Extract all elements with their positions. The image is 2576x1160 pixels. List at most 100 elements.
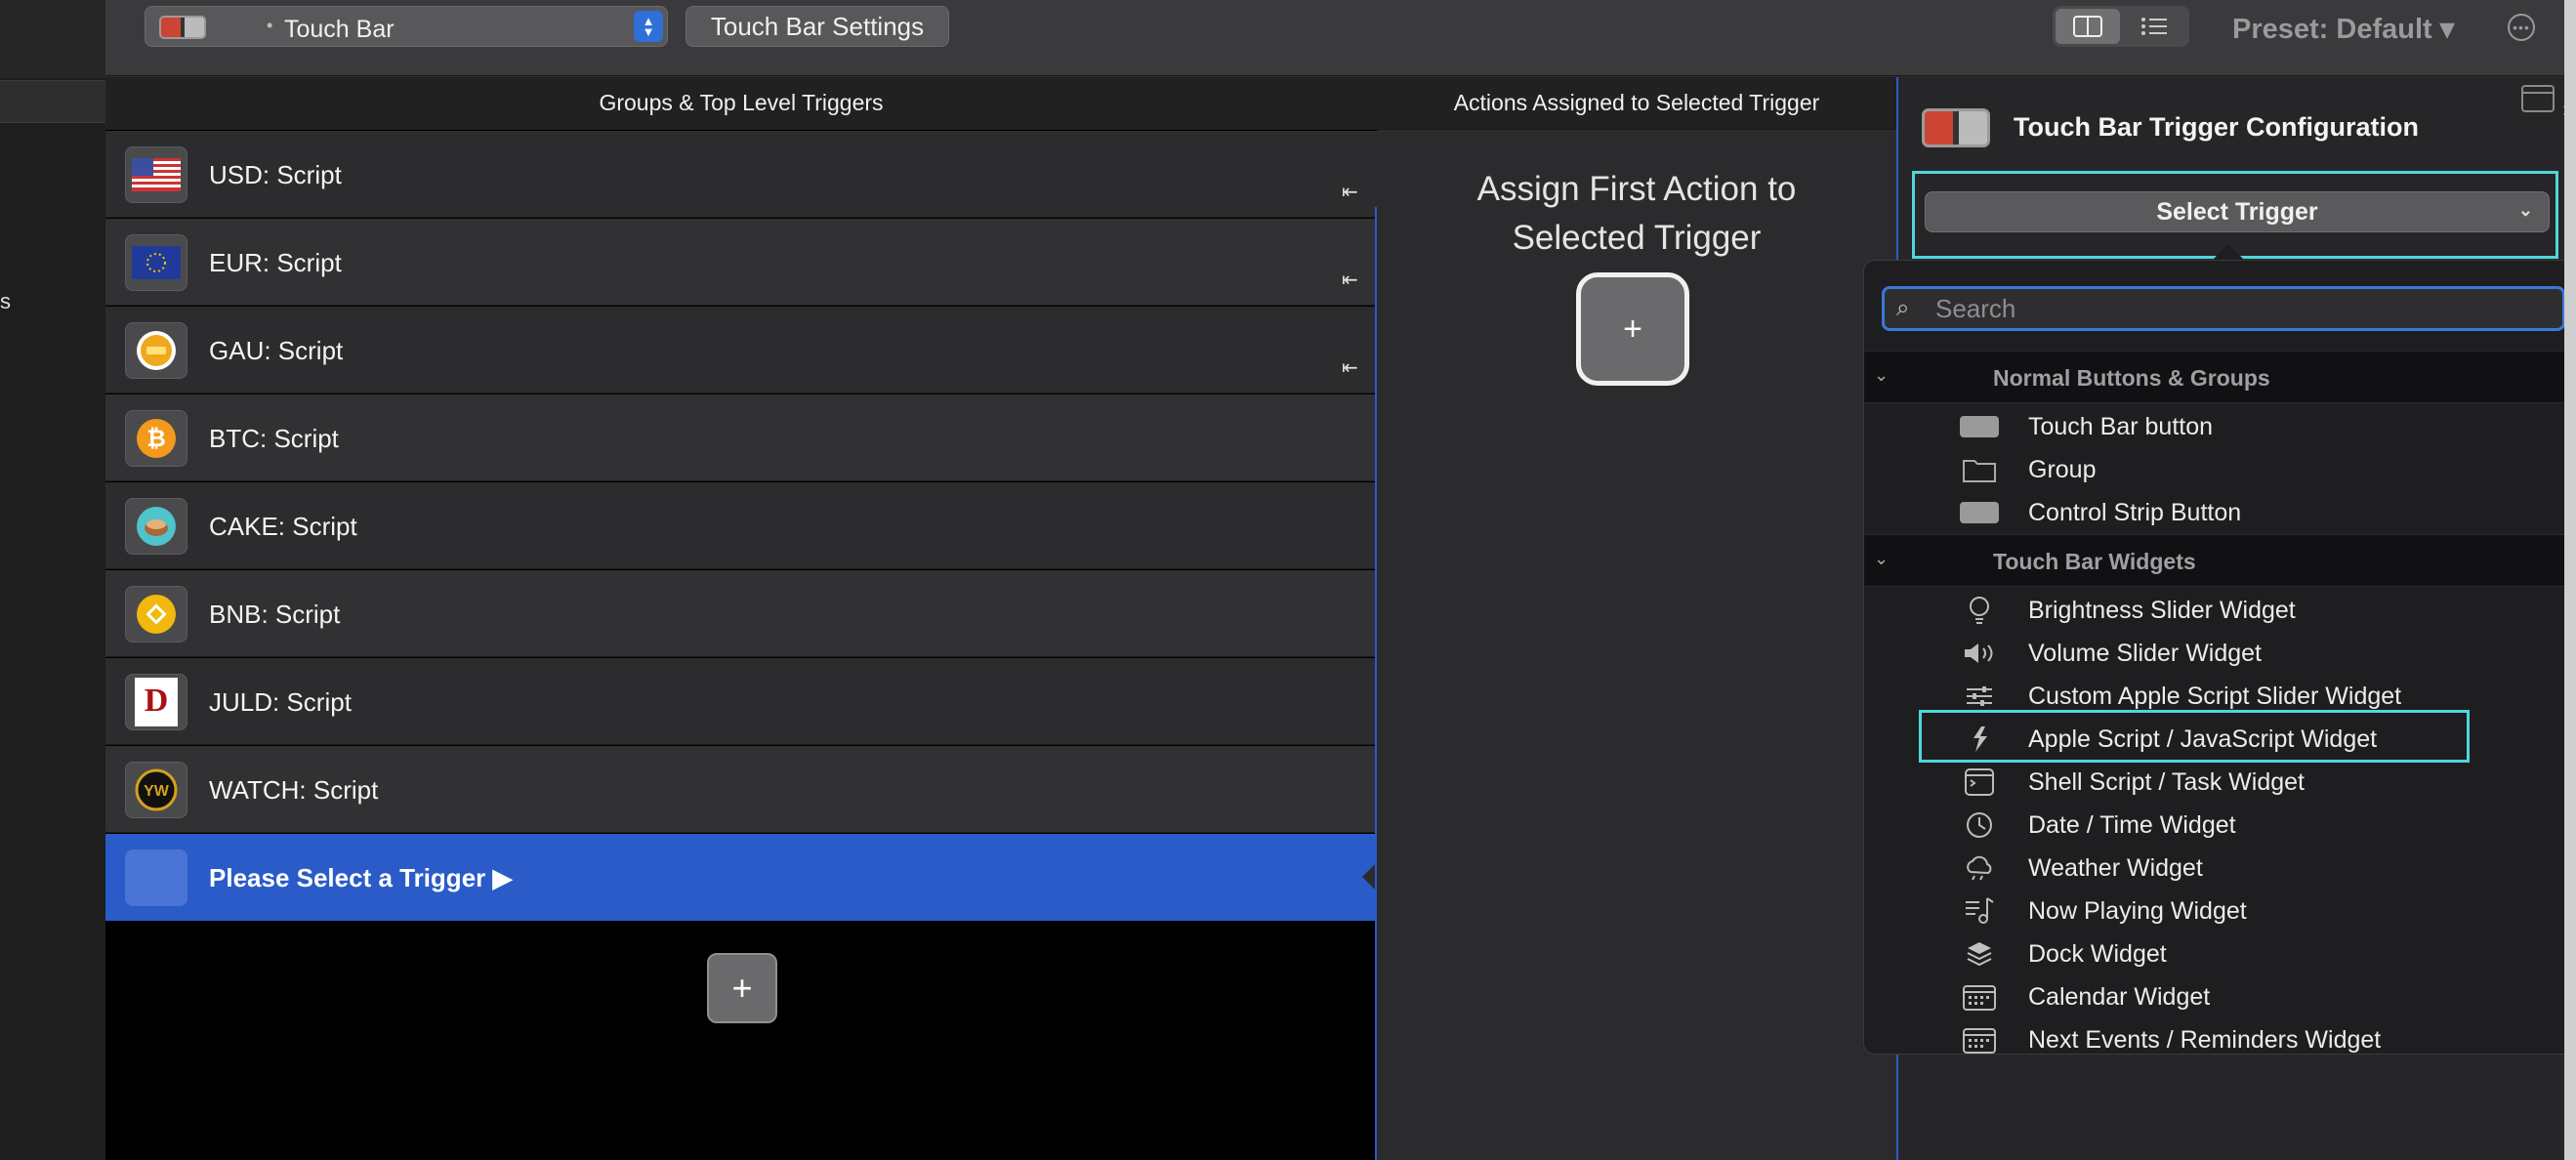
speaker-icon bbox=[1960, 638, 1999, 669]
groups-header: Groups & Top Level Triggers bbox=[105, 77, 1377, 130]
clock-icon bbox=[1960, 809, 1999, 841]
svg-text:D: D bbox=[145, 683, 169, 719]
trigger-row[interactable]: D JULD: Script bbox=[105, 658, 1377, 745]
chevron-down-icon[interactable]: ⌄ bbox=[1874, 365, 1889, 386]
groups-panel: Groups & Top Level Triggers USD: Script … bbox=[105, 77, 1378, 1160]
layers-icon bbox=[1960, 938, 1999, 970]
menu-item-label: Custom Apple Script Slider Widget bbox=[2028, 683, 2402, 710]
menu-item[interactable]: Touch Bar button bbox=[1864, 405, 2575, 448]
please-select-trigger-row[interactable]: Please Select a Trigger ▶ bbox=[105, 834, 1378, 921]
button-icon bbox=[1960, 497, 1999, 528]
device-select-label: Touch Bar bbox=[284, 16, 395, 43]
group-header-widgets[interactable]: ⌄ Touch Bar Widgets bbox=[1864, 534, 2575, 587]
menu-item-label: Next Events / Reminders Widget bbox=[2028, 1026, 2382, 1054]
trigger-row[interactable]: BNB: Script bbox=[105, 570, 1377, 657]
toolbar: • Touch Bar ▲ ▼ Touch Bar Settings Preset… bbox=[105, 0, 2576, 76]
bullet-icon: • bbox=[267, 16, 273, 35]
menu-item[interactable]: Shell Script / Task Widget bbox=[1864, 761, 2575, 804]
calendar-icon bbox=[1960, 1024, 1999, 1054]
touch-bar-settings-button[interactable]: Touch Bar Settings bbox=[686, 6, 949, 47]
trigger-row[interactable]: CAKE: Script bbox=[105, 482, 1377, 569]
actions-panel: Actions Assigned to Selected Trigger Ass… bbox=[1377, 77, 1896, 1160]
group-label: Touch Bar Widgets bbox=[1993, 549, 2196, 574]
menu-item[interactable]: Next Events / Reminders Widget bbox=[1864, 1018, 2575, 1054]
pin-icon[interactable]: ⇤ bbox=[1342, 180, 1358, 204]
bitcoin-icon: ₿ bbox=[125, 410, 187, 467]
view-toggle[interactable] bbox=[2053, 6, 2189, 47]
trigger-name: GAU: Script bbox=[209, 336, 344, 365]
juld-icon: D bbox=[125, 674, 187, 730]
menu-item-label: Touch Bar button bbox=[2028, 413, 2214, 440]
button-icon bbox=[1960, 411, 1999, 442]
group-header-normal[interactable]: ⌄ Normal Buttons & Groups bbox=[1864, 351, 2575, 403]
select-trigger-dropdown[interactable]: Select Trigger ⌄ bbox=[1925, 191, 2550, 232]
left-strip-row[interactable] bbox=[0, 80, 105, 123]
left-sidebar-strip: s bbox=[0, 0, 105, 1160]
calendar-icon bbox=[1960, 981, 1999, 1013]
trigger-row[interactable]: ₿ BTC: Script bbox=[105, 394, 1377, 481]
cloud-icon bbox=[1960, 852, 1999, 884]
chevron-down-icon[interactable]: ⌄ bbox=[1874, 549, 1889, 569]
search-input[interactable] bbox=[1933, 293, 2539, 324]
us-flag-icon bbox=[125, 146, 187, 203]
touch-bar-icon bbox=[159, 16, 206, 39]
music-icon bbox=[1960, 895, 1999, 927]
menu-item[interactable]: Group bbox=[1864, 448, 2575, 491]
add-trigger-button[interactable]: + bbox=[707, 953, 777, 1023]
list-view-icon[interactable] bbox=[2122, 9, 2186, 44]
assign-line-2: Selected Trigger bbox=[1512, 219, 1762, 257]
menu-item-label: Brightness Slider Widget bbox=[2028, 597, 2296, 624]
watch-icon: YW bbox=[125, 762, 187, 818]
trigger-type-dropdown: ⌕ ⌄ Normal Buttons & Groups Touch Bar bu… bbox=[1863, 260, 2576, 1055]
menu-item[interactable]: Now Playing Widget bbox=[1864, 890, 2575, 932]
empty-trigger-tile bbox=[125, 849, 187, 906]
left-strip-top bbox=[0, 0, 105, 78]
actions-header: Actions Assigned to Selected Trigger bbox=[1377, 77, 1896, 130]
menu-item[interactable]: Brightness Slider Widget bbox=[1864, 589, 2575, 632]
add-action-button[interactable]: + bbox=[1576, 272, 1689, 386]
device-select[interactable]: • Touch Bar ▲ ▼ bbox=[145, 6, 668, 47]
window-icon[interactable] bbox=[2521, 85, 2555, 112]
menu-item[interactable]: Volume Slider Widget bbox=[1864, 632, 2575, 675]
trigger-row[interactable]: YW WATCH: Script bbox=[105, 746, 1377, 833]
left-strip-text: s bbox=[0, 289, 11, 313]
select-row-label: Please Select a Trigger ▶ bbox=[209, 863, 513, 892]
menu-item-label: Group bbox=[2028, 456, 2097, 483]
trigger-name: CAKE: Script bbox=[209, 512, 357, 541]
menu-item-label: Volume Slider Widget bbox=[2028, 640, 2263, 667]
folder-icon bbox=[1960, 454, 1999, 485]
scrollbar[interactable] bbox=[2564, 0, 2576, 1160]
search-icon: ⌕ bbox=[1896, 295, 1910, 321]
lightbulb-icon bbox=[1960, 595, 1999, 626]
menu-item[interactable]: Control Strip Button bbox=[1864, 491, 2575, 534]
trigger-name: JULD: Script bbox=[209, 687, 352, 717]
terminal-icon bbox=[1960, 766, 1999, 798]
pin-icon[interactable]: ⇤ bbox=[1342, 268, 1358, 292]
menu-item-label: Date / Time Widget bbox=[2028, 811, 2236, 839]
eu-flag-icon bbox=[125, 234, 187, 291]
chevron-updown-icon[interactable]: ▲ ▼ bbox=[634, 11, 663, 42]
column-view-icon[interactable] bbox=[2056, 9, 2120, 44]
svg-text:YW: YW bbox=[144, 783, 170, 800]
trigger-row[interactable]: USD: Script ⇤ bbox=[105, 131, 1377, 218]
trigger-row[interactable]: GAU: Script ⇤ bbox=[105, 307, 1377, 394]
trigger-name: USD: Script bbox=[209, 160, 342, 189]
menu-item[interactable]: Calendar Widget bbox=[1864, 975, 2575, 1018]
trigger-name: BTC: Script bbox=[209, 424, 339, 453]
more-options-icon[interactable]: ••• bbox=[2508, 14, 2535, 41]
trigger-row[interactable]: EUR: Script ⇤ bbox=[105, 219, 1377, 306]
menu-item[interactable]: Date / Time Widget bbox=[1864, 804, 2575, 847]
menu-item[interactable]: Weather Widget bbox=[1864, 847, 2575, 890]
chevron-down-icon: ⌄ bbox=[2517, 200, 2533, 220]
item-highlight-box bbox=[1919, 710, 2470, 763]
search-field[interactable]: ⌕ bbox=[1882, 286, 2565, 331]
config-title: Touch Bar Trigger Configuration bbox=[2014, 112, 2419, 142]
sliders-icon bbox=[1960, 681, 1999, 712]
trigger-name: EUR: Script bbox=[209, 248, 342, 277]
trigger-name: WATCH: Script bbox=[209, 775, 379, 805]
pin-icon[interactable]: ⇤ bbox=[1342, 355, 1358, 380]
bnb-icon bbox=[125, 586, 187, 642]
preset-menu[interactable]: Preset: Default ▾ bbox=[2232, 12, 2454, 46]
menu-item-label: Shell Script / Task Widget bbox=[2028, 768, 2305, 796]
menu-item[interactable]: Dock Widget bbox=[1864, 932, 2575, 975]
